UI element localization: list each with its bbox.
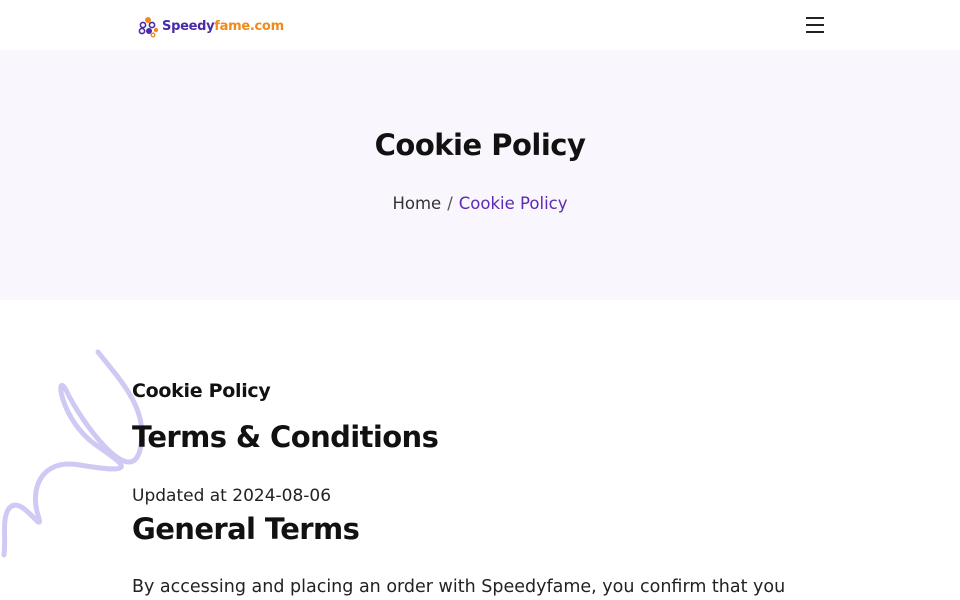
hamburger-line — [806, 31, 824, 33]
hamburger-menu-icon — [806, 17, 824, 19]
terms-title: Terms & Conditions — [132, 420, 439, 454]
logo-text-fame: fame.com — [214, 19, 284, 34]
page-hero — [0, 50, 960, 300]
page-title: Cookie Policy — [374, 128, 586, 162]
hamburger-menu-button[interactable] — [803, 14, 827, 36]
updated-date: Updated at 2024-08-06 — [132, 486, 332, 506]
site-logo[interactable]: Speedyfame.com — [138, 16, 284, 38]
general-terms-paragraph: By accessing and placing an order with S… — [132, 577, 786, 597]
general-terms-heading: General Terms — [132, 512, 360, 546]
section-kicker: Cookie Policy — [132, 380, 271, 402]
breadcrumb-separator: / — [447, 194, 453, 213]
logo-text: Speedyfame.com — [162, 16, 284, 38]
logo-text-speedy: Speedy — [162, 19, 215, 34]
hamburger-line — [806, 24, 824, 26]
breadcrumb: Home / Cookie Policy — [0, 194, 960, 213]
site-header: Speedyfame.com — [0, 0, 960, 50]
breadcrumb-home-link[interactable]: Home — [392, 194, 441, 213]
logo-icon — [138, 17, 159, 38]
breadcrumb-current: Cookie Policy — [458, 194, 568, 213]
